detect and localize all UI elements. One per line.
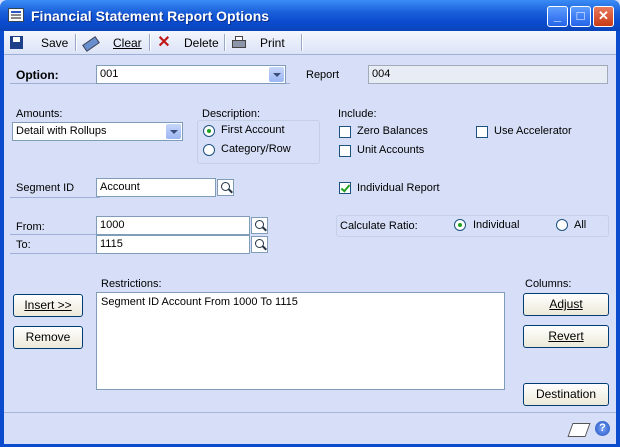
- close-button[interactable]: ✕: [593, 6, 614, 27]
- insert-label: Insert >>: [24, 298, 72, 312]
- printer-icon: [231, 35, 247, 51]
- clear-label: Clear: [113, 35, 142, 50]
- toolbar-separator: [149, 34, 150, 51]
- save-icon: [9, 35, 25, 51]
- amounts-dropdown[interactable]: Detail with Rollups: [12, 122, 183, 141]
- divider: [10, 234, 100, 235]
- toolbar: Save Clear ✕ Delete Print: [4, 31, 616, 55]
- amounts-value: Detail with Rollups: [16, 125, 107, 137]
- minimize-icon: _: [553, 8, 562, 23]
- to-lookup-icon[interactable]: [251, 236, 268, 253]
- ratio-all-label[interactable]: All: [574, 219, 586, 231]
- minimize-button[interactable]: _: [547, 6, 568, 27]
- delete-label: Delete: [184, 35, 219, 50]
- eraser-icon: [82, 35, 100, 52]
- option-label: Option:: [16, 68, 59, 82]
- ratio-individual-label[interactable]: Individual: [473, 219, 519, 231]
- status-bar: ?: [4, 412, 616, 444]
- option-value: 001: [100, 68, 119, 80]
- delete-button[interactable]: ✕ Delete: [156, 33, 219, 52]
- first-account-label[interactable]: First Account: [221, 124, 285, 136]
- columns-label: Columns:: [525, 278, 572, 290]
- remove-button[interactable]: Remove: [13, 326, 83, 349]
- option-dropdown[interactable]: 001: [96, 65, 286, 84]
- use-accelerator-checkbox[interactable]: [476, 126, 488, 138]
- adjust-button[interactable]: Adjust: [523, 293, 609, 316]
- divider: [10, 253, 100, 254]
- ratio-all-radio[interactable]: [556, 219, 568, 231]
- restrictions-label: Restrictions:: [101, 278, 162, 290]
- print-label: Print: [260, 35, 285, 50]
- use-accelerator-label[interactable]: Use Accelerator: [494, 125, 572, 137]
- from-value: 1000: [100, 219, 125, 231]
- from-field[interactable]: 1000: [96, 216, 250, 235]
- title-bar[interactable]: Financial Statement Report Options _ □ ✕: [0, 0, 620, 31]
- insert-button[interactable]: Insert >>: [13, 294, 83, 317]
- window-title: Financial Statement Report Options: [31, 8, 270, 24]
- description-label: Description:: [202, 108, 261, 120]
- report-value: 004: [372, 68, 391, 80]
- clear-button[interactable]: Clear: [82, 33, 142, 52]
- ratio-individual-radio[interactable]: [454, 219, 466, 231]
- unit-accounts-checkbox[interactable]: [339, 145, 351, 157]
- to-value: 1115: [100, 238, 123, 250]
- destination-button[interactable]: Destination: [523, 383, 609, 406]
- first-account-radio[interactable]: [203, 125, 215, 137]
- calculate-ratio-label: Calculate Ratio:: [340, 220, 418, 232]
- toolbar-separator: [224, 34, 225, 51]
- include-label: Include:: [338, 108, 377, 120]
- help-icon[interactable]: ?: [595, 421, 610, 436]
- revert-button[interactable]: Revert: [523, 325, 609, 348]
- list-item[interactable]: Segment ID Account From 1000 To 1115: [101, 296, 298, 308]
- destination-label: Destination: [535, 387, 597, 401]
- segment-id-value: Account: [100, 181, 140, 193]
- individual-report-checkbox[interactable]: [339, 182, 351, 194]
- save-button[interactable]: Save: [9, 33, 68, 52]
- divider: [10, 197, 100, 198]
- from-lookup-icon[interactable]: [251, 217, 268, 234]
- category-row-label[interactable]: Category/Row: [221, 143, 291, 155]
- unit-accounts-label[interactable]: Unit Accounts: [357, 144, 424, 156]
- segment-id-field[interactable]: Account: [96, 178, 216, 197]
- individual-report-label[interactable]: Individual Report: [357, 182, 440, 194]
- maximize-icon: □: [576, 8, 585, 23]
- save-label: Save: [41, 35, 69, 50]
- report-field: 004: [368, 65, 608, 84]
- zero-balances-label[interactable]: Zero Balances: [357, 125, 428, 137]
- print-button[interactable]: Print: [231, 33, 285, 52]
- from-label: From:: [16, 221, 45, 233]
- adjust-label: Adjust: [549, 297, 583, 311]
- category-row-radio[interactable]: [203, 144, 215, 156]
- chevron-down-icon: [166, 124, 181, 139]
- restrictions-list[interactable]: Segment ID Account From 1000 To 1115: [96, 292, 505, 390]
- zero-balances-checkbox[interactable]: [339, 126, 351, 138]
- to-field[interactable]: 1115: [96, 235, 250, 254]
- remove-label: Remove: [25, 330, 71, 344]
- window-app-icon: [8, 8, 24, 22]
- amounts-label: Amounts:: [16, 108, 63, 120]
- toolbar-separator: [301, 34, 302, 51]
- toolbar-separator: [75, 34, 76, 51]
- note-icon[interactable]: [567, 423, 591, 437]
- chevron-down-icon: [269, 67, 284, 82]
- segment-id-label: Segment ID: [16, 182, 75, 194]
- segment-lookup-icon[interactable]: [217, 179, 234, 196]
- report-label: Report: [306, 69, 340, 81]
- revert-label: Revert: [548, 329, 584, 343]
- close-icon: ✕: [598, 8, 609, 23]
- maximize-button[interactable]: □: [570, 6, 591, 27]
- delete-x-icon: ✕: [157, 33, 171, 51]
- to-label: To:: [16, 239, 31, 251]
